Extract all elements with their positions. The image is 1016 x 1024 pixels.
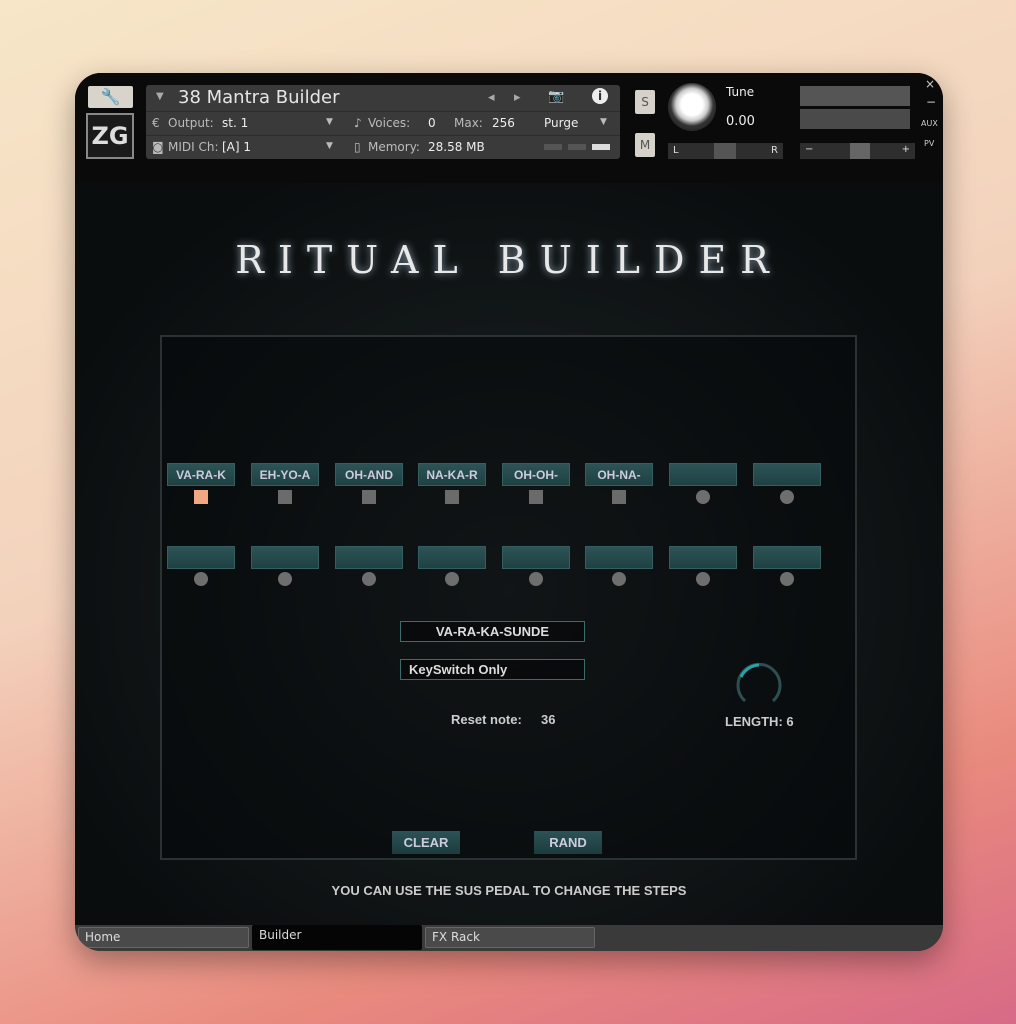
step-slot-row1[interactable] bbox=[753, 463, 821, 486]
tune-label: Tune bbox=[726, 85, 755, 99]
step-slot-row1[interactable]: VA-RA-K bbox=[167, 463, 235, 486]
step-indicator[interactable] bbox=[445, 490, 459, 504]
dropdown-arrow-icon[interactable]: ▼ bbox=[156, 91, 164, 102]
wrench-icon[interactable]: 🔧 bbox=[88, 86, 133, 108]
midi-select[interactable]: [A] 1 bbox=[222, 140, 251, 154]
purge-button[interactable]: Purge bbox=[544, 116, 578, 130]
level-meter-bottom bbox=[800, 109, 910, 129]
memory-icon: ▯ bbox=[354, 140, 361, 154]
info-icon[interactable]: i bbox=[592, 88, 608, 104]
volume-slider[interactable]: − + bbox=[800, 143, 915, 159]
memory-value: 28.58 MB bbox=[428, 140, 485, 154]
page-title: RITUAL BUILDER bbox=[235, 238, 783, 282]
length-knob[interactable] bbox=[733, 661, 785, 711]
mute-button[interactable]: M bbox=[635, 133, 655, 157]
max-value[interactable]: 256 bbox=[492, 116, 515, 130]
step-indicator[interactable] bbox=[278, 490, 292, 504]
step-indicator[interactable] bbox=[529, 572, 543, 586]
step-indicator[interactable] bbox=[696, 490, 710, 504]
step-slot-row2[interactable] bbox=[502, 546, 570, 569]
step-slot-row2[interactable] bbox=[418, 546, 486, 569]
rand-button[interactable]: RAND bbox=[534, 831, 602, 854]
voices-icon: ♪ bbox=[354, 116, 362, 130]
prev-icon[interactable]: ◂ bbox=[488, 90, 495, 105]
midi-label: MIDI Ch: bbox=[168, 140, 219, 154]
aux-button[interactable]: AUX bbox=[921, 119, 938, 128]
output-label: Output: bbox=[168, 116, 214, 130]
step-indicator[interactable] bbox=[696, 572, 710, 586]
level-meter-top bbox=[800, 86, 910, 106]
solo-button[interactable]: S bbox=[635, 90, 655, 114]
step-indicator[interactable] bbox=[612, 572, 626, 586]
logo: ZG bbox=[86, 113, 134, 159]
pan-slider[interactable]: L R bbox=[668, 143, 783, 159]
pv-button[interactable]: PV bbox=[924, 139, 934, 148]
step-slot-row2[interactable] bbox=[669, 546, 737, 569]
instrument-name: 38 Mantra Builder bbox=[178, 87, 340, 108]
next-icon[interactable]: ▸ bbox=[514, 90, 521, 105]
step-indicator[interactable] bbox=[529, 490, 543, 504]
step-indicator[interactable] bbox=[194, 490, 208, 504]
step-slot-row2[interactable] bbox=[753, 546, 821, 569]
tab-home[interactable]: Home bbox=[78, 927, 249, 948]
step-slot-row1[interactable]: EH-YO-A bbox=[251, 463, 319, 486]
step-slot-row1[interactable]: OH-NA- bbox=[585, 463, 653, 486]
output-select[interactable]: st. 1 bbox=[222, 116, 248, 130]
reset-note-label: Reset note: bbox=[451, 712, 522, 727]
step-indicator[interactable] bbox=[612, 490, 626, 504]
step-slot-row2[interactable] bbox=[251, 546, 319, 569]
sequencer-panel bbox=[160, 335, 857, 860]
minimize-icon[interactable]: − bbox=[926, 95, 936, 109]
chevron-down-icon[interactable]: ▼ bbox=[326, 141, 333, 151]
step-slot-row1[interactable]: OH-AND bbox=[335, 463, 403, 486]
close-icon[interactable]: × bbox=[925, 77, 935, 91]
step-slot-row2[interactable] bbox=[585, 546, 653, 569]
step-slot-row1[interactable]: OH-OH- bbox=[502, 463, 570, 486]
tab-builder[interactable]: Builder bbox=[252, 925, 422, 950]
step-indicator[interactable] bbox=[780, 490, 794, 504]
chevron-down-icon[interactable]: ▼ bbox=[326, 117, 333, 127]
step-indicator[interactable] bbox=[445, 572, 459, 586]
tab-bar: Home Builder FX Rack bbox=[75, 925, 943, 951]
step-indicator[interactable] bbox=[194, 572, 208, 586]
tune-value: 0.00 bbox=[726, 114, 755, 129]
step-indicator[interactable] bbox=[362, 490, 376, 504]
voices-label: Voices: bbox=[368, 116, 411, 130]
chevron-down-icon[interactable]: ▼ bbox=[600, 117, 607, 127]
step-slot-row1[interactable] bbox=[669, 463, 737, 486]
step-indicator[interactable] bbox=[278, 572, 292, 586]
hint-text: YOU CAN USE THE SUS PEDAL TO CHANGE THE … bbox=[331, 883, 687, 898]
step-slot-row1[interactable]: NA-KA-R bbox=[418, 463, 486, 486]
step-indicator[interactable] bbox=[780, 572, 794, 586]
camera-icon[interactable]: 📷 bbox=[548, 89, 564, 104]
reset-note-value[interactable]: 36 bbox=[541, 712, 555, 727]
step-slot-row2[interactable] bbox=[335, 546, 403, 569]
mode-select[interactable]: KeySwitch Only bbox=[400, 659, 585, 680]
header: 🔧 ZG ▼ 38 Mantra Builder ◂ ▸ 📷 i € Outpu… bbox=[75, 73, 943, 183]
memory-label: Memory: bbox=[368, 140, 420, 154]
instrument-panel: ▼ 38 Mantra Builder ◂ ▸ 📷 i € Output: st… bbox=[146, 85, 620, 159]
max-label: Max: bbox=[454, 116, 483, 130]
step-slot-row2[interactable] bbox=[167, 546, 235, 569]
tab-fx-rack[interactable]: FX Rack bbox=[425, 927, 595, 948]
builder-page: RITUAL BUILDER VA-RA-K EH-YO-A OH-AND NA-KA… bbox=[75, 183, 943, 925]
clear-button[interactable]: CLEAR bbox=[392, 831, 460, 854]
tune-knob[interactable] bbox=[668, 83, 716, 131]
selected-mantra-field[interactable]: VA-RA-KA-SUNDE bbox=[400, 621, 585, 642]
voices-value: 0 bbox=[428, 116, 436, 130]
plugin-window: 🔧 ZG ▼ 38 Mantra Builder ◂ ▸ 📷 i € Outpu… bbox=[75, 73, 943, 951]
length-label: LENGTH: 6 bbox=[725, 714, 794, 729]
midi-icon: ◙ bbox=[152, 140, 164, 154]
step-indicator[interactable] bbox=[362, 572, 376, 586]
